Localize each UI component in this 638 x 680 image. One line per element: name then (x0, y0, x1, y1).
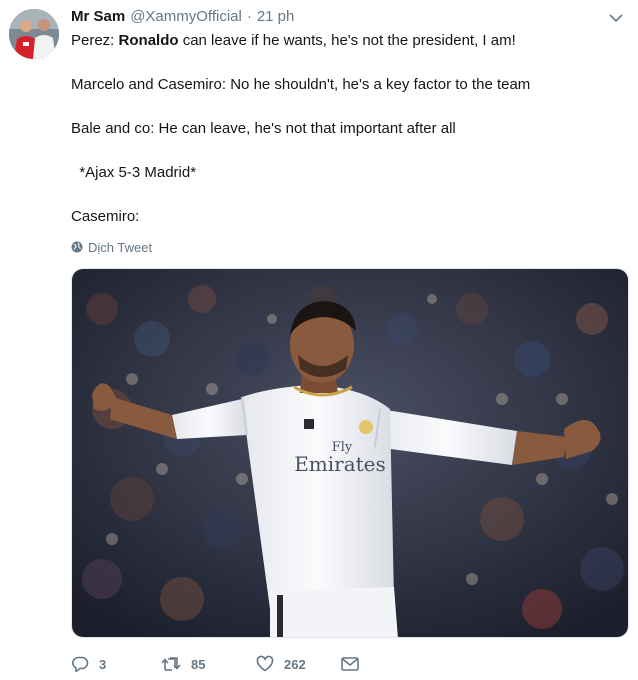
like-button[interactable]: 262 (256, 655, 341, 673)
avatar-photo (9, 9, 59, 59)
retweet-icon (161, 657, 181, 671)
tweet-line-text: can leave if he wants, he's not the pres… (178, 32, 516, 49)
jersey-emirates-text: Emirates (294, 452, 386, 476)
reply-button[interactable]: 3 (71, 655, 161, 673)
translate-label: Dịch Tweet (88, 239, 153, 255)
tweet-header: Mr Sam @XammyOfficial · 21 ph (71, 8, 294, 28)
tweet-line: *Ajax 5-3 Madrid* (71, 164, 197, 181)
tweet-line: Perez: Ronaldo can leave if he wants, he… (71, 30, 621, 52)
like-count: 262 (284, 656, 306, 672)
chevron-down-icon (609, 13, 623, 22)
separator-dot: · (246, 8, 252, 25)
player-photo: Fly Emirates (72, 269, 628, 637)
envelope-icon (341, 657, 359, 671)
retweet-count: 85 (191, 656, 206, 672)
tweet-bold-text: Ronaldo (118, 32, 179, 49)
tweet-photo[interactable]: Fly Emirates (71, 268, 629, 638)
tweet-line: Bale and co: He can leave, he's not that… (71, 120, 456, 137)
globe-icon (71, 241, 83, 253)
tweet-line: Casemiro: (71, 208, 140, 225)
tweet-actions: 3 85 262 (71, 652, 611, 676)
reply-icon (72, 656, 89, 673)
direct-message-button[interactable] (341, 656, 359, 672)
avatar[interactable] (9, 9, 59, 59)
more-options-button[interactable] (606, 10, 626, 26)
tweet-line-text: Perez: (71, 32, 119, 49)
reply-count: 3 (99, 656, 107, 672)
display-name[interactable]: Mr Sam (71, 8, 125, 25)
translate-tweet-link[interactable]: Dịch Tweet (71, 238, 152, 256)
timestamp[interactable]: 21 ph (257, 8, 295, 25)
tweet-line: Marcelo and Casemiro: No he shouldn't, h… (71, 76, 531, 93)
tweet-text: Perez: Ronaldo can leave if he wants, he… (71, 30, 621, 228)
retweet-button[interactable]: 85 (161, 655, 256, 673)
heart-icon (256, 655, 274, 672)
user-handle[interactable]: @XammyOfficial (130, 8, 242, 25)
